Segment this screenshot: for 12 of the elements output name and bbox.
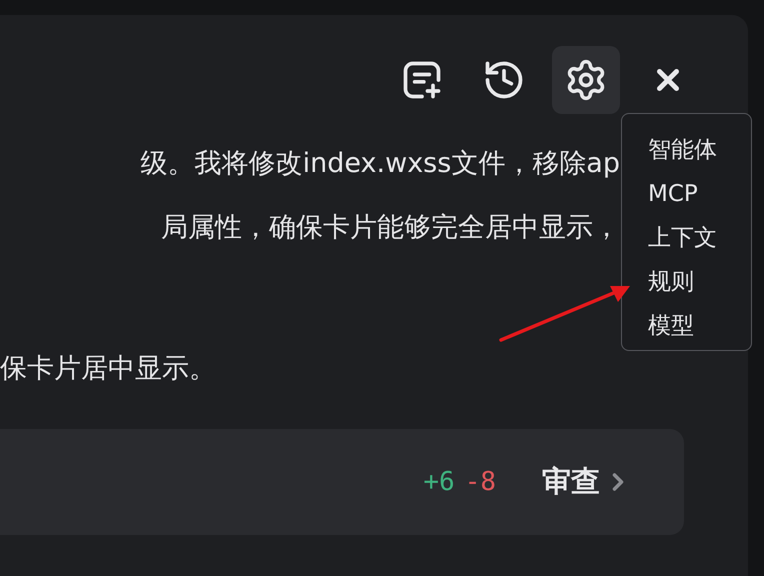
message-text: 保卡片居中显示。: [0, 352, 217, 386]
removed-count: -8: [464, 467, 496, 497]
menu-item[interactable]: 规则: [648, 260, 751, 304]
message-text: 级。我将修改index.wxss文件，移除ap: [140, 147, 620, 181]
review-button[interactable]: 审查: [542, 462, 632, 502]
menu-item[interactable]: 上下文: [648, 216, 751, 260]
message-text: 局属性，确保卡片能够完全居中显示，: [160, 211, 620, 245]
menu-item[interactable]: 模型: [648, 304, 751, 348]
menu-item[interactable]: MCP: [648, 172, 751, 216]
menu-item[interactable]: 智能体: [648, 128, 751, 172]
added-count: +6: [423, 467, 455, 497]
settings-button[interactable]: [552, 46, 620, 114]
